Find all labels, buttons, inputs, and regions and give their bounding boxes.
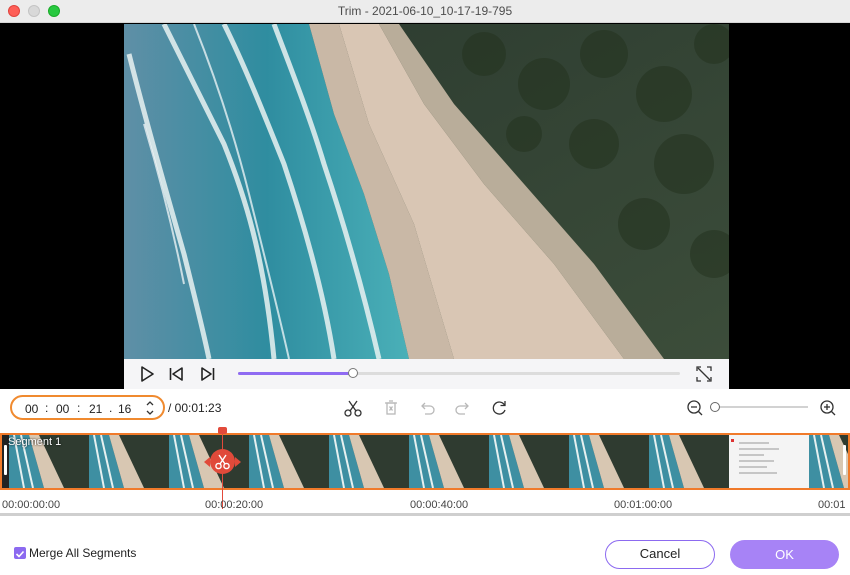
window-title: Trim - 2021-06-10_10-17-19-795 xyxy=(337,4,513,18)
next-frame-icon xyxy=(200,367,216,386)
playback-progress[interactable] xyxy=(238,368,680,378)
zoom-in-button[interactable] xyxy=(818,398,838,418)
cancel-button[interactable]: Cancel xyxy=(605,540,715,569)
delete-icon xyxy=(381,400,401,422)
playhead-handle[interactable] xyxy=(218,427,227,434)
thumbnail xyxy=(489,435,569,488)
trim-handle-right[interactable] xyxy=(843,445,846,475)
thumbnail xyxy=(649,435,729,488)
segment-strip[interactable]: Segment 1 xyxy=(0,433,850,490)
reset-button[interactable] xyxy=(489,398,509,418)
time-separator: . xyxy=(109,401,113,415)
cut-marker-arrow-right xyxy=(235,457,241,467)
cut-marker-button[interactable] xyxy=(210,449,235,474)
fullscreen-icon xyxy=(696,366,712,386)
undo-icon xyxy=(417,402,437,422)
time-input[interactable]: 00 : 00 : 21 . 16 xyxy=(10,395,165,420)
thumbnail xyxy=(569,435,649,488)
undo-button[interactable] xyxy=(417,398,437,418)
thumbnail xyxy=(729,435,809,488)
title-bar: Trim - 2021-06-10_10-17-19-795 xyxy=(0,0,850,23)
time-frames[interactable]: 16 xyxy=(118,402,131,416)
time-hours[interactable]: 00 xyxy=(25,402,38,416)
zoom-out-button[interactable] xyxy=(685,398,705,418)
thumbnail xyxy=(409,435,489,488)
redo-button[interactable] xyxy=(453,398,473,418)
previous-frame-button[interactable] xyxy=(168,366,184,382)
time-separator: : xyxy=(77,401,81,415)
time-stepper[interactable] xyxy=(145,398,155,418)
time-seconds[interactable]: 21 xyxy=(89,402,102,416)
scissors-icon xyxy=(343,400,363,422)
delete-segment-button[interactable] xyxy=(381,398,401,418)
thumbnail xyxy=(89,435,169,488)
ruler-label: 00:00:40:00 xyxy=(410,499,469,511)
play-icon xyxy=(139,366,155,386)
timeline: Segment 1 00:00:00:00 00:00:20:00 00:00:… xyxy=(0,427,850,522)
ruler-label: 00:01:00:00 xyxy=(614,499,673,511)
video-preview xyxy=(124,24,729,359)
time-separator: : xyxy=(45,401,49,415)
play-button[interactable] xyxy=(139,366,155,382)
time-minutes[interactable]: 00 xyxy=(56,402,69,416)
ruler-label: 00:01 xyxy=(818,499,846,511)
scissors-icon xyxy=(210,454,235,478)
reset-icon xyxy=(489,401,509,422)
player-controls xyxy=(124,359,729,389)
redo-icon xyxy=(453,402,473,422)
thumbnail xyxy=(249,435,329,488)
playback-progress-fill xyxy=(238,372,353,375)
zoom-slider-knob[interactable] xyxy=(710,402,720,412)
checkmark-icon xyxy=(14,547,26,564)
merge-all-segments-label[interactable]: Merge All Segments xyxy=(29,546,136,560)
timeline-scrollbar[interactable] xyxy=(0,513,850,516)
playback-progress-knob[interactable] xyxy=(347,368,358,378)
ruler-label: 00:00:20:00 xyxy=(205,499,264,511)
zoom-slider[interactable] xyxy=(716,406,808,408)
video-area xyxy=(0,23,850,389)
trim-toolbar: 00 : 00 : 21 . 16 / 00:01:23 xyxy=(0,389,850,427)
trim-window: Trim - 2021-06-10_10-17-19-795 00: 00:… xyxy=(0,0,850,575)
fullscreen-button[interactable] xyxy=(696,366,712,382)
zoom-out-icon xyxy=(685,400,705,422)
segment-label: Segment 1 xyxy=(8,436,62,448)
merge-all-segments-checkbox[interactable] xyxy=(14,547,26,559)
next-frame-button[interactable] xyxy=(200,366,216,382)
trim-handle-left[interactable] xyxy=(4,445,7,475)
split-button[interactable] xyxy=(343,398,363,418)
thumbnail xyxy=(329,435,409,488)
ok-button[interactable]: OK xyxy=(730,540,839,569)
total-duration: / 00:01:23 xyxy=(168,401,222,415)
previous-frame-icon xyxy=(168,367,184,386)
zoom-in-icon xyxy=(818,400,838,422)
ruler-label: 00:00:00:00 xyxy=(2,499,61,511)
